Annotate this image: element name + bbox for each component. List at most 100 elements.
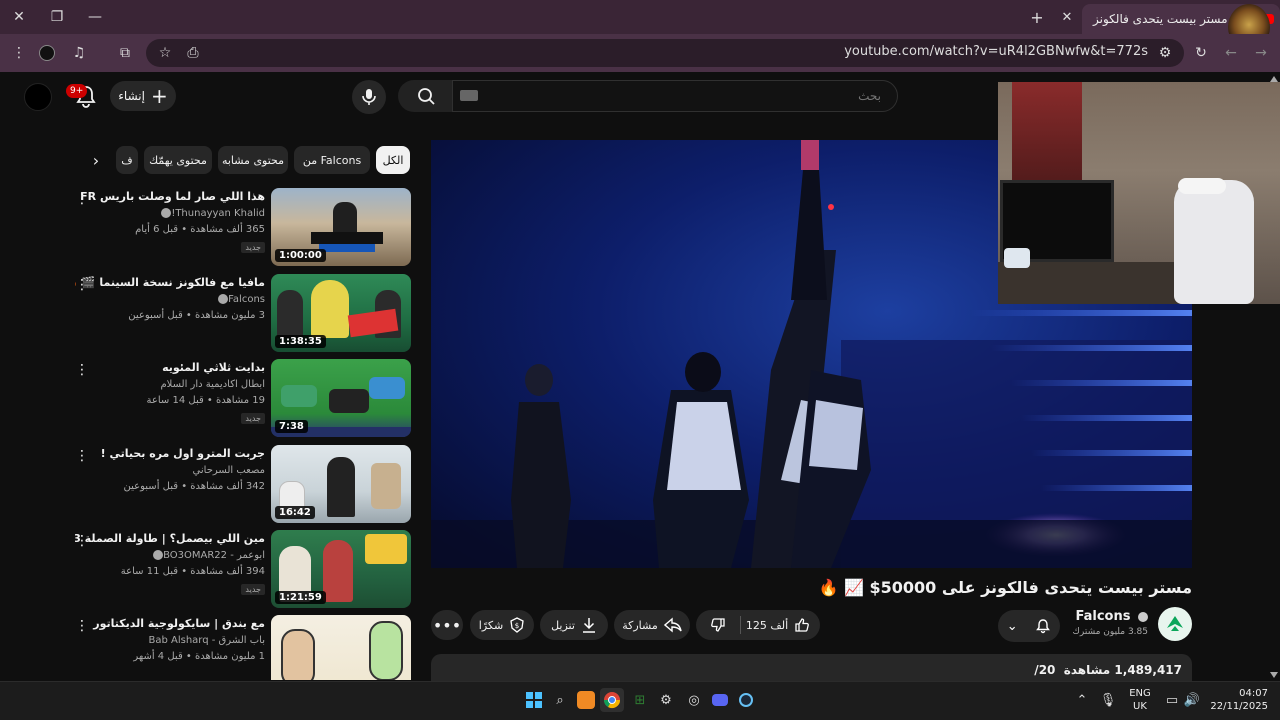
scroll-down-icon[interactable] — [1270, 672, 1278, 678]
new-badge: جديد — [241, 584, 265, 595]
channel-name[interactable]: مصعب السرحاني — [193, 465, 265, 476]
list-item[interactable]: مع بندق | سايكولوجية الديكتاتور باب الشر… — [66, 615, 411, 680]
video-meta: 365 ألف مشاهدة • قبل 6 أيام — [135, 224, 265, 235]
forward-icon[interactable]: ← — [1218, 40, 1244, 66]
more-actions-icon[interactable]: ⋮ — [74, 276, 90, 294]
url-text[interactable]: youtube.com/watch?v=uR4l2GBNwfw&t=772s — [800, 44, 1148, 62]
lang-bottom: UK — [1133, 701, 1147, 712]
app-terminal-icon[interactable]: ⊞ — [628, 688, 652, 712]
site-settings-icon[interactable]: ⚙ — [1152, 40, 1178, 66]
start-menu-icon[interactable] — [522, 688, 546, 712]
thanks-button[interactable]: شكرًا $ — [470, 610, 534, 640]
scroll-up-icon[interactable] — [1270, 76, 1278, 82]
video-title-heading: مستر بيست يتحدى فالكونز على 50000$ 📈 🔥 — [818, 578, 1193, 597]
app-circle-icon[interactable]: ◎ — [682, 688, 706, 712]
list-item[interactable]: 1:38:35 مافيا مع فالكونز نسخة السينما 🎬 … — [66, 274, 411, 354]
steam-taskbar-icon[interactable] — [734, 688, 758, 712]
video-title[interactable]: بدايت ثلاثي المئويه — [75, 361, 265, 374]
settings-taskbar-icon[interactable]: ⚙ — [654, 688, 678, 712]
extensions-icon[interactable]: ⧉ — [112, 40, 138, 66]
channel-name[interactable]: Falcons — [215, 294, 265, 305]
video-thumbnail[interactable]: 1:00:00 — [271, 188, 411, 266]
like-count: 125 ألف — [745, 618, 789, 632]
media-control-icon[interactable]: ♫ — [66, 40, 92, 66]
more-actions-icon[interactable]: ⋮ — [74, 361, 90, 379]
video-duration: 1:21:59 — [275, 591, 326, 604]
bookmark-star-icon[interactable]: ☆ — [152, 40, 178, 66]
svg-text:$: $ — [515, 622, 519, 630]
channel-name[interactable]: باب الشرق - Bab Alsharq — [148, 635, 265, 646]
channel-name[interactable]: Thunayyan Khalid! — [158, 208, 265, 219]
page-scrollbar[interactable] — [1268, 74, 1280, 680]
video-title[interactable]: مافيا مع فالكونز نسخة السينما 🎬 🔥 — [75, 276, 265, 289]
chip-similar[interactable]: محتوى مشابه — [218, 146, 288, 174]
verified-check-icon — [218, 294, 229, 304]
show-hidden-icons-chevron-icon[interactable]: ⌃ — [1070, 688, 1094, 712]
list-item[interactable]: 1:00:00 هذا اللي صار لما وصلت باريس FR T… — [66, 188, 411, 268]
install-app-icon[interactable]: ⎙ — [180, 40, 206, 66]
channel-label: Falcons — [228, 294, 265, 305]
restore-window-button[interactable]: ❐ — [38, 0, 76, 34]
list-item[interactable]: 1:21:59 مين اللي بيصمل؟ | طاولة الصملة 3… — [66, 530, 411, 610]
reload-icon[interactable]: ↻ — [1188, 40, 1214, 66]
video-title[interactable]: هذا اللي صار لما وصلت باريس FR — [75, 190, 265, 203]
channel-label: Thunayyan Khalid! — [171, 208, 265, 219]
account-icon[interactable] — [34, 40, 60, 66]
share-icon — [663, 617, 682, 633]
new-tab-button[interactable]: + — [1028, 8, 1046, 27]
language-indicator[interactable]: ENG UK — [1124, 687, 1156, 713]
list-item[interactable]: 16:42 جربت المترو اول مره بحياتي ! مصعب … — [66, 445, 411, 525]
system-clock[interactable]: 04:07 22/11/2025 — [1204, 687, 1268, 713]
voice-search-button[interactable] — [352, 80, 386, 114]
volume-icon[interactable]: 🔊 — [1180, 688, 1204, 712]
chip-for-you[interactable]: محتوى يهمّك — [144, 146, 212, 174]
channel-name-label[interactable]: Falcons — [1060, 609, 1148, 624]
create-button[interactable]: إنشاء + — [110, 81, 176, 111]
views-label: 1,489,417 مشاهدة — [1063, 663, 1182, 677]
more-actions-icon[interactable]: ⋮ — [74, 532, 90, 550]
subscription-notifications-button[interactable]: ⌄ — [998, 610, 1060, 642]
video-thumbnail[interactable]: 16:42 — [271, 445, 411, 523]
dislike-button[interactable] — [704, 616, 732, 634]
more-actions-icon[interactable]: ⋮ — [74, 190, 90, 208]
video-title[interactable]: مين اللي بيصمل؟ | طاولة الصملة 3 🔥 — [75, 532, 265, 545]
chip-partial[interactable]: ف — [116, 146, 138, 174]
chip-all[interactable]: الكل — [376, 146, 410, 174]
video-meta: 19 مشاهدة • قبل 14 ساعة — [146, 395, 265, 406]
channel-label: ابوعمر - BO3OMAR22 — [163, 550, 265, 561]
more-actions-icon[interactable]: ⋮ — [74, 447, 90, 465]
video-thumbnail[interactable]: 1:21:59 — [271, 530, 411, 608]
search-input[interactable] — [452, 80, 898, 112]
app-orange-icon[interactable] — [577, 691, 595, 709]
more-actions-icon[interactable]: ⋮ — [74, 617, 90, 635]
tab-close-icon[interactable]: ✕ — [1058, 8, 1076, 26]
video-thumbnail[interactable] — [271, 615, 411, 680]
keyboard-icon[interactable] — [460, 90, 478, 101]
user-avatar[interactable] — [24, 83, 52, 111]
chrome-taskbar-icon[interactable] — [600, 688, 624, 712]
chip-from-falcons[interactable]: من Falcons — [294, 146, 370, 174]
download-label: تنزيل — [551, 618, 575, 632]
download-button[interactable]: تنزيل — [540, 610, 608, 640]
lang-top: ENG — [1129, 688, 1151, 699]
new-badge: جديد — [241, 413, 265, 424]
back-icon[interactable]: → — [1248, 40, 1274, 66]
close-window-button[interactable]: ✕ — [0, 0, 38, 34]
channel-name[interactable]: ابوعمر - BO3OMAR22 — [150, 550, 265, 561]
minimize-window-button[interactable]: — — [76, 0, 114, 34]
more-actions-button[interactable]: ••• — [431, 610, 463, 640]
search-button[interactable] — [398, 80, 454, 112]
chevron-right-icon[interactable]: › — [84, 148, 108, 172]
video-title[interactable]: مع بندق | سايكولوجية الديكتاتور — [75, 617, 265, 630]
discord-taskbar-icon[interactable] — [708, 688, 732, 712]
menu-kebab-icon[interactable]: ⋮ — [6, 40, 32, 66]
video-title[interactable]: جربت المترو اول مره بحياتي ! — [75, 447, 265, 460]
channel-name[interactable]: ابطال اكاديمية دار السلام — [160, 379, 265, 390]
list-item[interactable]: 7:38 بدايت ثلاثي المئويه ابطال اكاديمية … — [66, 359, 411, 439]
channel-avatar[interactable] — [1158, 607, 1192, 641]
microphone-tray-icon[interactable]: 🎙 — [1096, 688, 1120, 712]
video-thumbnail[interactable]: 1:38:35 — [271, 274, 411, 352]
share-button[interactable]: مشاركة — [614, 610, 690, 640]
search-taskbar-icon[interactable]: ⌕ — [548, 688, 572, 712]
video-thumbnail[interactable]: 7:38 — [271, 359, 411, 437]
